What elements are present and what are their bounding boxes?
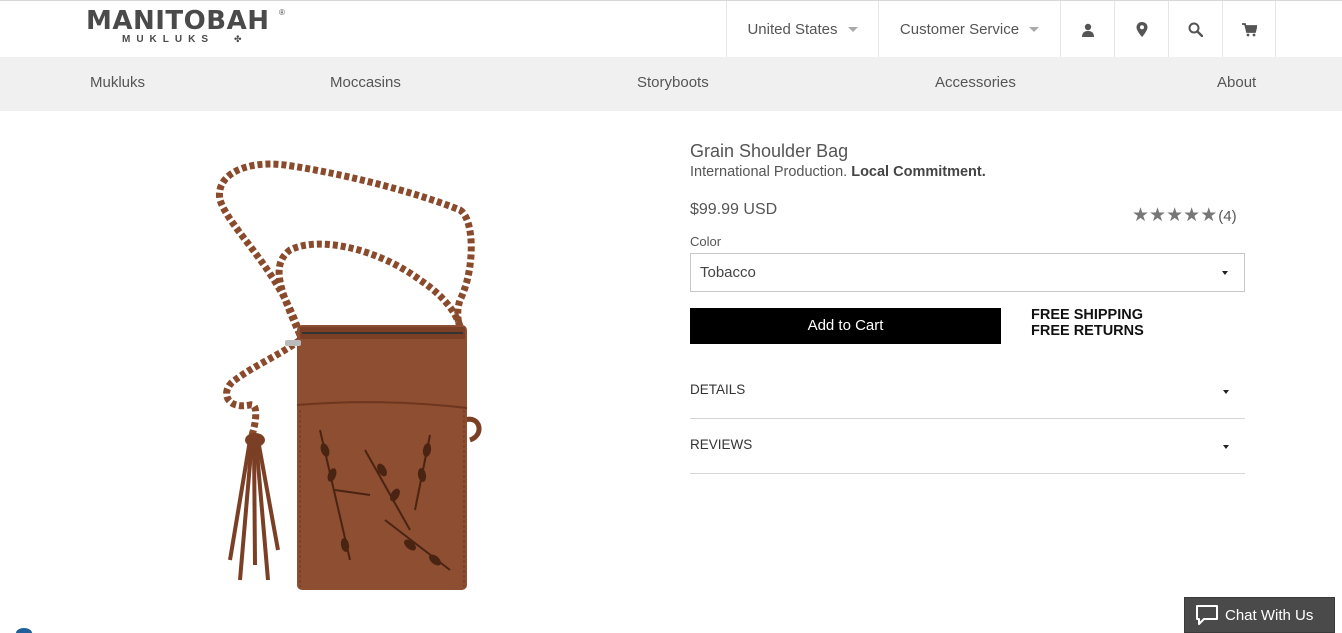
- logo-wordmark: MANITOBAH: [86, 6, 270, 36]
- main-navigation: Mukluks Moccasins Storyboots Accessories…: [0, 57, 1342, 111]
- star-icon: ★: [1183, 205, 1201, 226]
- location-pin-icon: [1136, 22, 1147, 37]
- star-icon: ★: [1200, 205, 1218, 226]
- chevron-down-icon: [1222, 271, 1228, 275]
- nav-item-accessories[interactable]: Accessories: [935, 57, 1016, 111]
- nav-item-storyboots[interactable]: Storyboots: [637, 57, 709, 111]
- nav-item-moccasins[interactable]: Moccasins: [330, 57, 401, 111]
- product-rating[interactable]: ★ ★ ★ ★ ★ (4): [1132, 206, 1237, 226]
- color-select-value: Tobacco: [700, 264, 756, 281]
- top-bar: MANITOBAH ® MUKLUKS ✤ United States Cust…: [0, 0, 1342, 58]
- search-button[interactable]: [1168, 1, 1222, 58]
- chevron-down-icon: [1029, 27, 1040, 32]
- color-label: Color: [690, 234, 722, 249]
- details-label: DETAILS: [690, 382, 746, 397]
- nav-item-about[interactable]: About: [1217, 57, 1256, 111]
- star-icon: ★: [1166, 205, 1184, 226]
- chat-with-us-button[interactable]: Chat With Us: [1184, 597, 1335, 633]
- tagline-bold: Local Commitment.: [851, 164, 986, 180]
- rating-count: (4): [1218, 207, 1237, 225]
- customer-service-menu[interactable]: Customer Service: [878, 1, 1060, 58]
- product-tagline: International Production. Local Commitme…: [690, 164, 986, 180]
- maple-leaf-icon: ✤: [234, 34, 242, 44]
- chat-label: Chat With Us: [1225, 606, 1314, 624]
- shoulder-bag-illustration: [216, 160, 482, 590]
- star-icon: ★: [1149, 205, 1167, 226]
- cart-button[interactable]: [1222, 1, 1276, 58]
- free-returns-text: FREE RETURNS: [1031, 323, 1144, 339]
- shipping-info: FREE SHIPPING FREE RETURNS: [1031, 307, 1144, 339]
- star-icon: ★: [1132, 205, 1150, 226]
- product-title: Grain Shoulder Bag: [690, 141, 849, 161]
- brand-logo[interactable]: MANITOBAH ® MUKLUKS ✤: [86, 6, 286, 46]
- chat-bubble-icon: [1196, 605, 1218, 625]
- color-select[interactable]: Tobacco: [690, 253, 1245, 292]
- add-to-cart-button[interactable]: Add to Cart: [690, 308, 1001, 344]
- country-label: United States: [747, 21, 838, 38]
- product-price: $99.99 USD: [690, 201, 778, 218]
- store-locator-button[interactable]: [1114, 1, 1168, 58]
- partial-badge-icon: [16, 628, 32, 633]
- account-button[interactable]: [1060, 1, 1114, 58]
- nav-item-mukluks[interactable]: Mukluks: [90, 57, 145, 111]
- cart-icon: [1241, 22, 1257, 36]
- logo-subtitle: MUKLUKS: [122, 34, 214, 45]
- chevron-down-icon: [847, 27, 858, 32]
- reviews-accordion[interactable]: REVIEWS: [690, 419, 1245, 474]
- details-accordion[interactable]: DETAILS: [690, 364, 1245, 419]
- free-shipping-text: FREE SHIPPING: [1031, 307, 1143, 323]
- search-icon: [1188, 22, 1203, 37]
- user-icon: [1081, 23, 1094, 37]
- product-image[interactable]: [160, 150, 500, 600]
- logo-registered-mark: ®: [279, 8, 285, 17]
- reviews-label: REVIEWS: [690, 437, 753, 452]
- customer-service-label: Customer Service: [899, 21, 1020, 38]
- chevron-down-icon: [1223, 445, 1229, 449]
- tagline-normal: International Production.: [690, 164, 848, 180]
- country-selector[interactable]: United States: [726, 1, 878, 58]
- chevron-down-icon: [1223, 390, 1229, 394]
